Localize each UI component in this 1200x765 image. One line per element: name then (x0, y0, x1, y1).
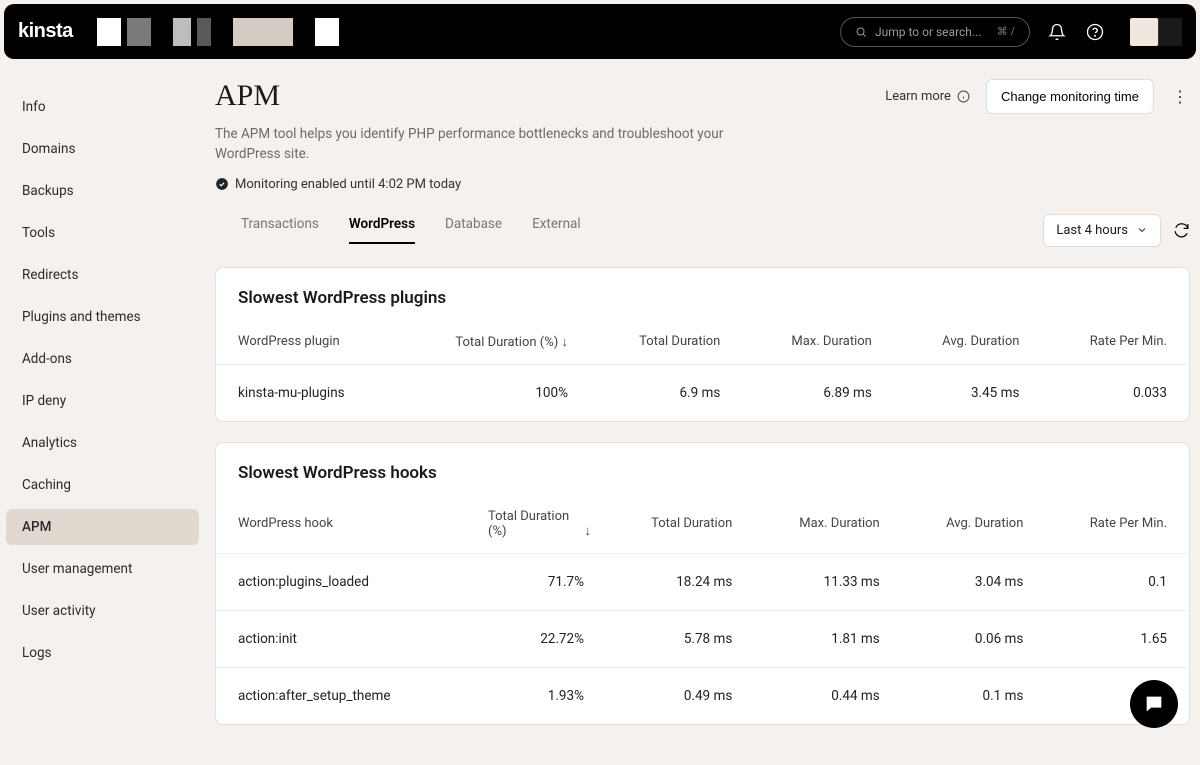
main-content: APM Learn more Change monitoring time ⋮ … (205, 59, 1190, 765)
table-row[interactable]: action:after_setup_theme 1.93% 0.49 ms 0… (216, 667, 1189, 724)
col-avg-duration[interactable]: Avg. Duration (894, 324, 1042, 365)
slowest-hooks-panel: Slowest WordPress hooks WordPress hook T… (215, 442, 1190, 725)
sort-desc-icon: ↓ (562, 335, 569, 350)
page-title: APM (215, 79, 280, 113)
sidebar-item-analytics[interactable]: Analytics (6, 425, 199, 461)
page-description: The APM tool helps you identify PHP perf… (215, 124, 755, 165)
sidebar-item-backups[interactable]: Backups (6, 173, 199, 209)
sidebar-item-redirects[interactable]: Redirects (6, 257, 199, 293)
sidebar: Info Domains Backups Tools Redirects Plu… (0, 59, 205, 765)
hooks-table: WordPress hook Total Duration (%) ↓ Tota… (216, 499, 1189, 724)
hooks-panel-title: Slowest WordPress hooks (216, 443, 1189, 499)
table-row[interactable]: kinsta-mu-plugins 100% 6.9 ms 6.89 ms 3.… (216, 364, 1189, 421)
refresh-button[interactable] (1173, 222, 1190, 239)
change-monitoring-time-button[interactable]: Change monitoring time (986, 79, 1154, 114)
sidebar-item-logs[interactable]: Logs (6, 635, 199, 671)
slowest-plugins-panel: Slowest WordPress plugins WordPress plug… (215, 267, 1190, 422)
time-range-select[interactable]: Last 4 hours (1043, 214, 1161, 247)
sidebar-item-user-activity[interactable]: User activity (6, 593, 199, 629)
topbar: kinsta Jump to or search... ⌘ / (4, 4, 1196, 59)
plugins-table: WordPress plugin Total Duration (%) ↓ To… (216, 324, 1189, 421)
tab-external[interactable]: External (532, 216, 581, 244)
chevron-down-icon (1136, 224, 1148, 236)
col-max-duration[interactable]: Max. Duration (742, 324, 893, 365)
page-overflow-menu[interactable]: ⋮ (1170, 87, 1190, 106)
tab-database[interactable]: Database (445, 216, 502, 244)
global-search[interactable]: Jump to or search... ⌘ / (840, 17, 1030, 47)
search-shortcut: ⌘ / (997, 25, 1015, 38)
col-rate-per-min[interactable]: Rate Per Min. (1041, 324, 1189, 365)
learn-more-link[interactable]: Learn more (885, 89, 970, 104)
table-row[interactable]: action:init 22.72% 5.78 ms 1.81 ms 0.06 … (216, 610, 1189, 667)
apm-tabs: Transactions WordPress Database External (215, 216, 581, 244)
sidebar-item-domains[interactable]: Domains (6, 131, 199, 167)
sidebar-item-ip-deny[interactable]: IP deny (6, 383, 199, 419)
tab-wordpress[interactable]: WordPress (349, 216, 415, 244)
help-button[interactable] (1084, 21, 1106, 43)
chat-icon (1143, 693, 1165, 715)
refresh-icon (1173, 222, 1190, 239)
col-hook-name[interactable]: WordPress hook (216, 499, 466, 554)
sort-desc-icon: ↓ (584, 524, 591, 539)
notifications-button[interactable] (1046, 21, 1068, 43)
col-hook-max-duration[interactable]: Max. Duration (754, 499, 901, 554)
table-row[interactable]: action:plugins_loaded 71.7% 18.24 ms 11.… (216, 553, 1189, 610)
brand-logo[interactable]: kinsta (18, 20, 73, 43)
sidebar-item-tools[interactable]: Tools (6, 215, 199, 251)
col-total-duration-pct[interactable]: Total Duration (%) ↓ (399, 324, 590, 365)
tab-transactions[interactable]: Transactions (241, 216, 319, 244)
sidebar-item-user-management[interactable]: User management (6, 551, 199, 587)
account-menu-handle[interactable] (1158, 18, 1182, 46)
bell-icon (1048, 23, 1066, 41)
sidebar-item-add-ons[interactable]: Add-ons (6, 341, 199, 377)
intercom-chat-button[interactable] (1130, 680, 1178, 728)
col-hook-rate-per-min[interactable]: Rate Per Min. (1045, 499, 1189, 554)
plugin-name-cell: kinsta-mu-plugins (216, 364, 399, 421)
monitoring-status: Monitoring enabled until 4:02 PM today (215, 177, 1190, 192)
check-circle-icon (215, 177, 229, 191)
help-icon (1086, 23, 1104, 41)
account-avatar[interactable] (1130, 18, 1158, 46)
col-total-duration[interactable]: Total Duration (590, 324, 742, 365)
col-hook-total-pct[interactable]: Total Duration (%) ↓ (466, 499, 606, 554)
col-hook-avg-duration[interactable]: Avg. Duration (902, 499, 1046, 554)
col-plugin-name[interactable]: WordPress plugin (216, 324, 399, 365)
info-icon (957, 90, 970, 103)
sidebar-item-info[interactable]: Info (6, 89, 199, 125)
sidebar-item-apm[interactable]: APM (6, 509, 199, 545)
col-hook-total-duration[interactable]: Total Duration (606, 499, 754, 554)
sidebar-item-caching[interactable]: Caching (6, 467, 199, 503)
search-placeholder: Jump to or search... (875, 25, 981, 39)
topnav-placeholder (97, 18, 339, 46)
sidebar-item-plugins-themes[interactable]: Plugins and themes (6, 299, 199, 335)
search-icon (855, 26, 867, 38)
plugins-panel-title: Slowest WordPress plugins (216, 268, 1189, 324)
